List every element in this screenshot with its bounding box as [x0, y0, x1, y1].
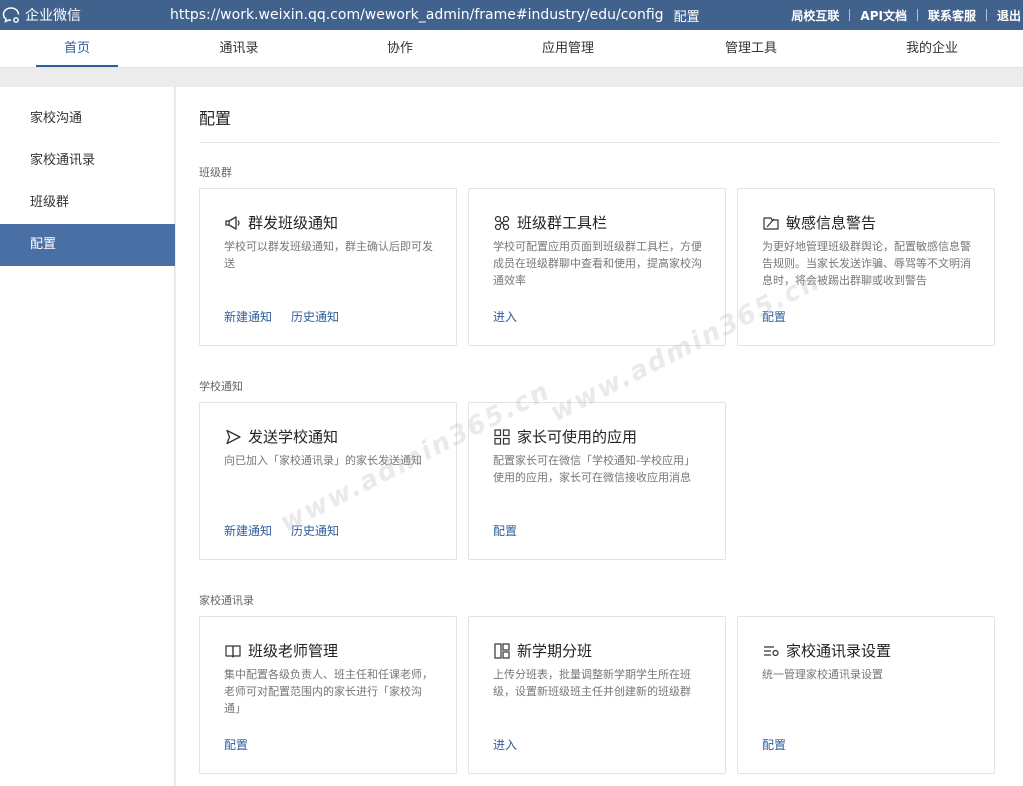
top-bar: 企业微信 https://work.weixin.qq.com/wework_a… — [0, 0, 1023, 30]
nav-collaboration[interactable]: 协作 — [359, 30, 441, 68]
top-links: 局校互联 API文档 联系客服 退出 — [781, 0, 1023, 30]
card-description: 上传分班表，批量调整新学期学生所在班级，设置新班级班主任并创建新的班级群 — [493, 668, 691, 698]
section-label-class-groups: 班级群 — [199, 166, 232, 179]
notice-history-link[interactable]: 历史通知 — [291, 308, 339, 325]
card-class-teacher-management: 班级老师管理 集中配置各级负责人、班主任和任课老师，老师可对配置范围内的家长进行… — [199, 616, 457, 774]
configure-link[interactable]: 配置 — [762, 308, 786, 325]
toolbar-icon — [493, 214, 511, 232]
configure-link[interactable]: 配置 — [762, 736, 786, 753]
link-contact-support[interactable]: 联系客服 — [918, 7, 986, 24]
card-title: 群发班级通知 — [248, 214, 339, 232]
sidebar-item-home-school-contacts[interactable]: 家校通讯录 — [0, 140, 175, 182]
address-page-title: 配置 — [673, 9, 700, 25]
main-nav: 首页 通讯录 协作 应用管理 管理工具 我的企业 — [0, 30, 1023, 68]
card-description: 向已加入「家校通讯录」的家长发送通知 — [224, 454, 422, 467]
book-icon — [224, 642, 242, 660]
brand-logo[interactable]: 企业微信 — [0, 5, 170, 25]
brand-name: 企业微信 — [25, 8, 81, 24]
card-new-semester-classes: 新学期分班 上传分班表，批量调整新学期学生所在班级，设置新班级班主任并创建新的班… — [468, 616, 726, 774]
notice-history-link[interactable]: 历史通知 — [291, 522, 339, 539]
card-description: 配置家长可在微信「学校通知-学校应用」使用的应用，家长可在微信接收应用消息 — [493, 454, 695, 484]
card-description: 为更好地管理班级群舆论，配置敏感信息警告规则。当家长发送诈骗、辱骂等不文明消息时… — [762, 240, 971, 287]
enter-link[interactable]: 进入 — [493, 736, 517, 753]
card-description: 学校可以群发班级通知，群主确认后即可发送 — [224, 240, 433, 270]
card-title: 家校通讯录设置 — [786, 642, 892, 660]
link-api-docs[interactable]: API文档 — [850, 7, 917, 24]
card-contacts-settings: 家校通讯录设置 统一管理家校通讯录设置 配置 — [737, 616, 995, 774]
sidebar-item-home-school-chat[interactable]: 家校沟通 — [0, 98, 175, 140]
megaphone-icon — [224, 214, 242, 232]
card-description: 集中配置各级负责人、班主任和任课老师，老师可对配置范围内的家长进行「家校沟通」 — [224, 668, 433, 715]
section-label-school-notice: 学校通知 — [199, 380, 243, 393]
apps-grid-icon — [493, 428, 511, 446]
card-title: 新学期分班 — [517, 642, 593, 660]
list-settings-icon — [762, 642, 780, 660]
nav-my-enterprise[interactable]: 我的企业 — [884, 30, 980, 68]
nav-app-management[interactable]: 应用管理 — [520, 30, 616, 68]
wework-logo-icon — [2, 7, 20, 23]
card-parent-apps: 家长可使用的应用 配置家长可在微信「学校通知-学校应用」使用的应用，家长可在微信… — [468, 402, 726, 560]
card-description: 学校可配置应用页面到班级群工具栏，方便成员在班级群聊中查看和使用，提高家校沟通效… — [493, 240, 702, 287]
nav-contacts[interactable]: 通讯录 — [198, 30, 280, 68]
card-sensitive-info-warning: 敏感信息警告 为更好地管理班级群舆论，配置敏感信息警告规则。当家长发送诈骗、辱骂… — [737, 188, 995, 346]
card-send-school-notice: 发送学校通知 向已加入「家校通讯录」的家长发送通知 新建通知 历史通知 — [199, 402, 457, 560]
new-notice-link[interactable]: 新建通知 — [224, 522, 272, 539]
sidebar: 家校沟通 家校通讯录 班级群 配置 — [0, 87, 175, 786]
main-content: 配置 班级群 群发班级通知 学校可以群发班级通知，群主确认后即可发送 新建通知 … — [176, 87, 1023, 786]
link-district-school[interactable]: 局校互联 — [781, 7, 849, 24]
card-description: 统一管理家校通讯录设置 — [762, 668, 883, 681]
new-notice-link[interactable]: 新建通知 — [224, 308, 272, 325]
card-class-group-toolbar: 班级群工具栏 学校可配置应用页面到班级群工具栏，方便成员在班级群聊中查看和使用，… — [468, 188, 726, 346]
card-title: 敏感信息警告 — [786, 214, 877, 232]
link-logout[interactable]: 退出 — [987, 7, 1023, 24]
configure-link[interactable]: 配置 — [224, 736, 248, 753]
sidebar-item-config[interactable]: 配置 — [0, 224, 175, 266]
nav-management-tools[interactable]: 管理工具 — [703, 30, 799, 68]
card-title: 发送学校通知 — [248, 428, 339, 446]
card-title: 班级老师管理 — [248, 642, 339, 660]
class-split-icon — [493, 642, 511, 660]
card-title: 家长可使用的应用 — [517, 428, 638, 446]
address-url: https://work.weixin.qq.com/wework_admin/… — [170, 7, 664, 23]
section-label-home-school-contacts: 家校通讯录 — [199, 594, 254, 607]
card-title: 班级群工具栏 — [517, 214, 608, 232]
send-icon — [224, 428, 242, 446]
nav-home[interactable]: 首页 — [36, 30, 118, 68]
gap-band — [0, 69, 1023, 87]
configure-link[interactable]: 配置 — [493, 522, 517, 539]
sidebar-item-class-groups[interactable]: 班级群 — [0, 182, 175, 224]
warning-flag-icon — [762, 214, 780, 232]
page-title: 配置 — [199, 109, 232, 128]
enter-link[interactable]: 进入 — [493, 308, 517, 325]
card-bulk-class-notice: 群发班级通知 学校可以群发班级通知，群主确认后即可发送 新建通知 历史通知 — [199, 188, 457, 346]
divider — [199, 142, 999, 143]
